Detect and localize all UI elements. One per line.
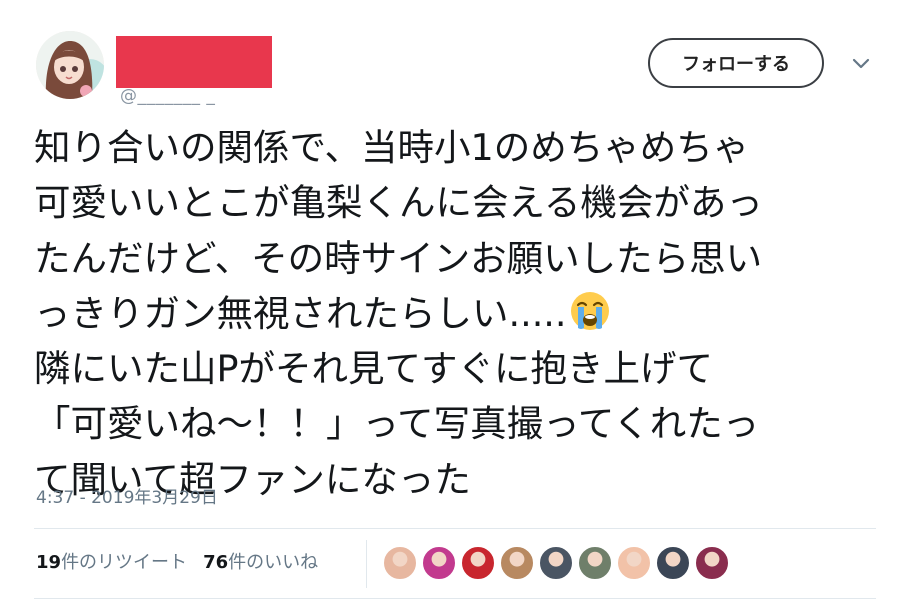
loudly-crying-face-icon xyxy=(569,290,611,332)
retweet-stat[interactable]: 19件のリツイート xyxy=(36,548,187,574)
retweet-count: 19 xyxy=(36,552,62,573)
redacted-handle-fragment: @_______ _ xyxy=(120,86,216,106)
like-stat[interactable]: 76件のいいね xyxy=(203,548,318,574)
liker-avatar-7[interactable] xyxy=(616,545,652,581)
liker-avatar-9[interactable] xyxy=(694,545,730,581)
chevron-down-icon[interactable] xyxy=(850,54,872,72)
redacted-display-name xyxy=(116,36,272,88)
liker-avatar-6[interactable] xyxy=(577,545,613,581)
tweet-text-part-2: 隣にいた山Pがそれ見てすぐに抱き上げて 「可愛いね～！！」って写真撮ってくれたっ… xyxy=(34,347,760,501)
liker-avatar-5[interactable] xyxy=(538,545,574,581)
tweet-header: @_______ _ フォローする xyxy=(0,0,909,115)
liker-avatar-1[interactable] xyxy=(382,545,418,581)
divider xyxy=(34,528,876,529)
follow-button[interactable]: フォローする xyxy=(648,38,824,88)
tweet-stats: 19件のリツイート 76件のいいね xyxy=(36,548,318,574)
liker-avatar-4[interactable] xyxy=(499,545,535,581)
liker-avatar-2[interactable] xyxy=(421,545,457,581)
liker-avatars xyxy=(382,545,730,581)
liker-avatar-8[interactable] xyxy=(655,545,691,581)
retweet-label: 件のリツイート xyxy=(61,552,188,573)
user-avatar-image xyxy=(36,31,104,99)
tweet-text: 知り合いの関係で、当時小1のめちゃめちゃ 可愛いいとこが亀梨くんに会える機会があ… xyxy=(34,120,884,507)
divider xyxy=(34,598,876,599)
tweet-text-part-1: 知り合いの関係で、当時小1のめちゃめちゃ 可愛いいとこが亀梨くんに会える機会があ… xyxy=(34,126,763,335)
like-label: 件のいいね xyxy=(228,552,319,573)
stats-separator xyxy=(366,540,367,588)
liker-avatar-3[interactable] xyxy=(460,545,496,581)
like-count: 76 xyxy=(203,552,229,573)
user-avatar[interactable] xyxy=(36,31,104,99)
tweet-timestamp[interactable]: 4:37 - 2019年3月29日 xyxy=(36,483,218,508)
